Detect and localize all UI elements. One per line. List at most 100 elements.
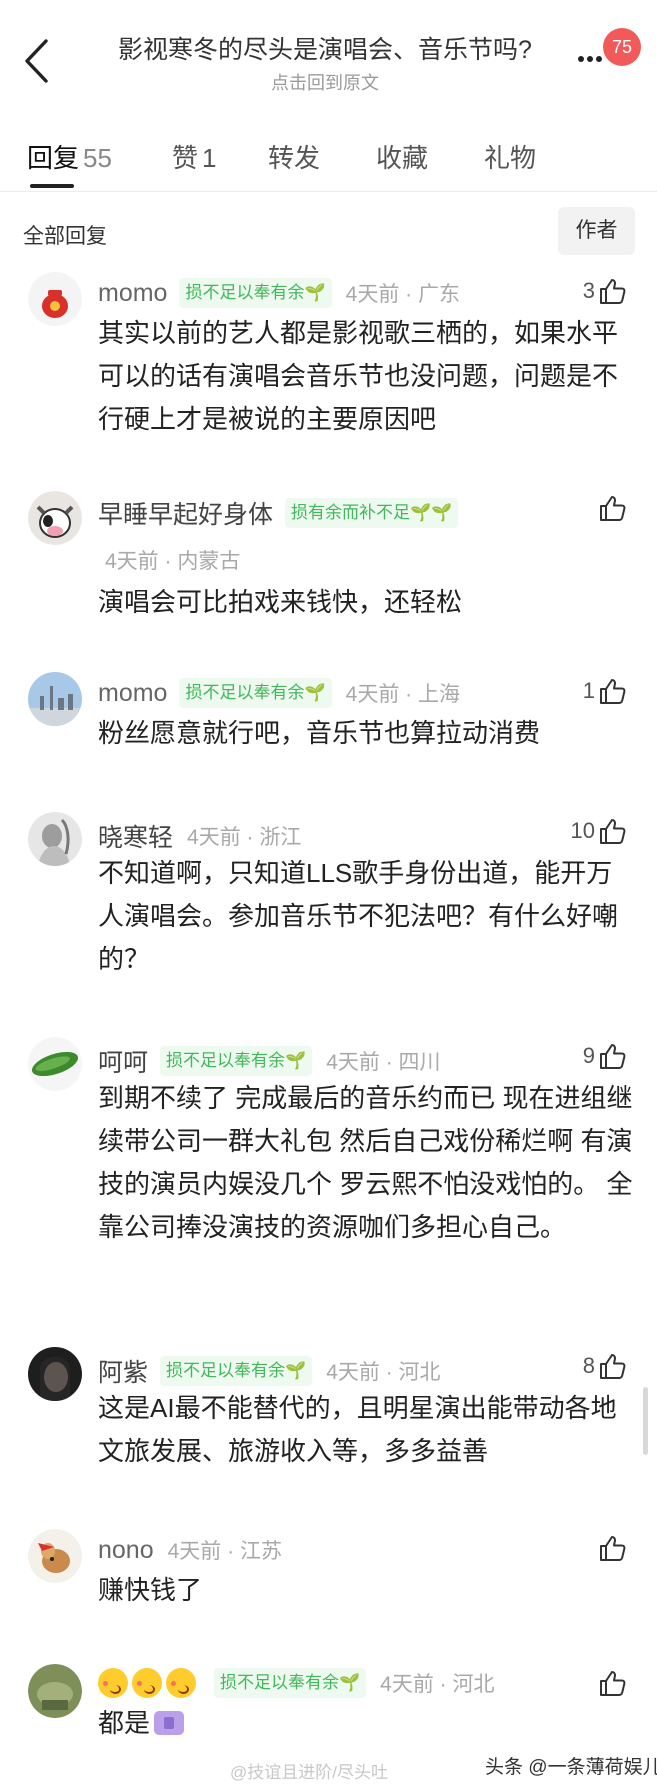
comment-text: 粉丝愿意就行吧，音乐节也算拉动消费: [98, 718, 541, 748]
avatar[interactable]: [28, 1347, 82, 1401]
active-tab-indicator: [30, 184, 74, 188]
like-count: 3: [582, 278, 595, 303]
comment-item: nono 4天前 · 江苏 赚快钱了: [0, 1527, 657, 1627]
like-button[interactable]: [597, 1533, 627, 1563]
like-button[interactable]: 10: [571, 816, 627, 846]
thumbs-up-icon: [600, 1354, 626, 1379]
avatar[interactable]: [28, 1664, 82, 1718]
thumbs-up-icon: [600, 1671, 626, 1696]
watermark-left: @技谊且进阶/尽头吐: [230, 1763, 388, 1782]
user-tag: 损有余而补不足🌱🌱: [285, 498, 459, 528]
comment-meta: momo 损不足以奉有余🌱 4天前 · 上海: [98, 678, 460, 708]
watermark-right: 头条 @一条薄荷娱儿: [485, 1757, 657, 1778]
username[interactable]: momo: [98, 279, 167, 308]
avatar[interactable]: [28, 812, 82, 866]
author-filter-button[interactable]: 作者: [558, 207, 635, 255]
like-count: 10: [570, 818, 595, 843]
more-options-icon[interactable]: [578, 56, 602, 64]
thumbs-up-icon: [600, 819, 626, 844]
post-title[interactable]: 影视寒冬的尽头是演唱会、音乐节吗?: [95, 30, 555, 66]
like-button[interactable]: 3: [583, 276, 627, 306]
scrollbar-thumb[interactable]: [643, 1387, 648, 1455]
comment-text: 其实以前的艺人都是影视歌三栖的，如果水平可以的话有演唱会音乐节也没问题，问题是不…: [98, 318, 619, 434]
tab-label: 回复: [27, 143, 80, 173]
like-button[interactable]: [597, 1668, 627, 1698]
blush-emoji-icon: [98, 1668, 128, 1698]
user-tag: 损不足以奉有余🌱: [160, 1046, 313, 1076]
username[interactable]: momo: [98, 679, 167, 708]
comment-meta: 早睡早起好身体 损有余而补不足🌱🌱: [98, 495, 459, 531]
blush-emoji-icon: [166, 1668, 196, 1698]
avatar[interactable]: [28, 1037, 82, 1091]
emoji-username[interactable]: [98, 1668, 196, 1698]
avatar[interactable]: [28, 672, 82, 726]
comment-time: 4天前 · 江苏: [167, 1540, 282, 1563]
like-button[interactable]: 8: [583, 1351, 627, 1381]
comment-text: 到期不续了 完成最后的音乐约而已 现在进组继续带公司一群大礼包 然后自己戏份稀烂…: [98, 1083, 633, 1242]
tab-gifts[interactable]: 礼物: [484, 138, 536, 175]
comment-time: 4天前 · 广东: [345, 283, 460, 306]
comment-time: 4天前 · 上海: [345, 683, 460, 706]
back-arrow-icon[interactable]: [22, 38, 52, 84]
comment-meta: momo 损不足以奉有余🌱 4天前 · 广东: [98, 278, 460, 308]
comment-time: 4天前 · 河北: [380, 1673, 495, 1696]
money-bag-emoji-icon: [154, 1711, 185, 1735]
thumbs-up-icon: [600, 279, 626, 304]
comment-text: 这是AI最不能替代的，且明星演出能带动各地文旅发展、旅游收入等，多多益善: [98, 1393, 617, 1466]
user-tag: 损不足以奉有余🌱: [160, 1356, 313, 1386]
comment-text: 不知道啊，只知道LLS歌手身份出道，能开万人演唱会。参加音乐节不犯法吧？有什么好…: [98, 858, 619, 974]
comment-meta: 阿紫 损不足以奉有余🌱 4天前 · 河北: [98, 1353, 441, 1389]
comment-item: 早睡早起好身体 损有余而补不足🌱🌱 4天前 · 内蒙古 演唱会可比拍戏来钱快，还…: [0, 485, 657, 635]
username[interactable]: 呵呵: [98, 1043, 148, 1079]
tab-replies[interactable]: 回复 55: [27, 138, 112, 175]
comment-text: 演唱会可比拍戏来钱快，还轻松: [98, 587, 463, 617]
thumbs-up-icon: [600, 1044, 626, 1069]
comment-text: 都是: [98, 1708, 151, 1738]
thumbs-up-icon: [600, 496, 626, 521]
like-count: 8: [582, 1353, 595, 1378]
comment-text: 赚快钱了: [98, 1575, 203, 1605]
all-replies-label: 全部回复: [23, 225, 107, 248]
tab-count: 1: [202, 143, 217, 173]
like-count: 9: [582, 1043, 595, 1068]
comment-meta: 晓寒轻 4天前 · 浙江: [98, 818, 301, 854]
avatar[interactable]: [28, 1529, 82, 1583]
comment-item: 晓寒轻 4天前 · 浙江 10 不知道啊，只知道LLS歌手身份出道，能开万人演唱…: [0, 810, 657, 990]
tab-reposts[interactable]: 转发: [268, 138, 320, 175]
like-button[interactable]: [597, 493, 627, 523]
notification-badge[interactable]: 75: [603, 28, 641, 66]
like-count: 1: [582, 678, 595, 703]
tab-favorites[interactable]: 收藏: [376, 138, 428, 175]
back-to-original-link[interactable]: 点击回到原文: [95, 69, 555, 95]
comment-time: 4天前 · 浙江: [187, 826, 302, 849]
user-tag: 损不足以奉有余🌱: [179, 678, 332, 708]
comment-body: 都是: [98, 1702, 638, 1745]
comment-time: 4天前 · 四川: [326, 1051, 441, 1074]
user-tag: 损不足以奉有余🌱: [214, 1668, 367, 1698]
blush-emoji-icon: [132, 1668, 162, 1698]
comment-meta: 呵呵 损不足以奉有余🌱 4天前 · 四川: [98, 1043, 441, 1079]
like-button[interactable]: 9: [583, 1041, 627, 1071]
tab-likes[interactable]: 赞1: [172, 138, 216, 175]
tab-bar: 回复 55 赞1 转发 收藏 礼物: [0, 132, 657, 192]
comment-meta: 损不足以奉有余🌱 4天前 · 河北: [98, 1668, 495, 1698]
avatar[interactable]: [28, 272, 82, 326]
comment-item: 阿紫 损不足以奉有余🌱 4天前 · 河北 8 这是AI最不能替代的，且明星演出能…: [0, 1345, 657, 1485]
comment-item: momo 损不足以奉有余🌱 4天前 · 上海 1 粉丝愿意就行吧，音乐节也算拉动…: [0, 670, 657, 770]
comment-meta: nono 4天前 · 江苏: [98, 1535, 282, 1565]
tab-label: 转发: [268, 143, 321, 173]
comment-item: 呵呵 损不足以奉有余🌱 4天前 · 四川 9 到期不续了 完成最后的音乐约而已 …: [0, 1035, 657, 1305]
tab-count: 55: [83, 143, 112, 173]
top-bar: 影视寒冬的尽头是演唱会、音乐节吗? 点击回到原文 75: [0, 0, 657, 100]
username[interactable]: 阿紫: [98, 1353, 148, 1389]
like-button[interactable]: 1: [583, 676, 627, 706]
comment-item: 损不足以奉有余🌱 4天前 · 河北 都是: [0, 1662, 657, 1762]
username[interactable]: 晓寒轻: [98, 818, 173, 854]
comment-item: momo 损不足以奉有余🌱 4天前 · 广东 3 其实以前的艺人都是影视歌三栖的…: [0, 270, 657, 460]
username[interactable]: 早睡早起好身体: [98, 495, 273, 531]
avatar[interactable]: [28, 491, 82, 545]
tab-label: 礼物: [484, 143, 537, 173]
user-tag: 损不足以奉有余🌱: [179, 278, 332, 308]
username[interactable]: nono: [98, 1536, 154, 1565]
tab-label: 收藏: [376, 143, 429, 173]
